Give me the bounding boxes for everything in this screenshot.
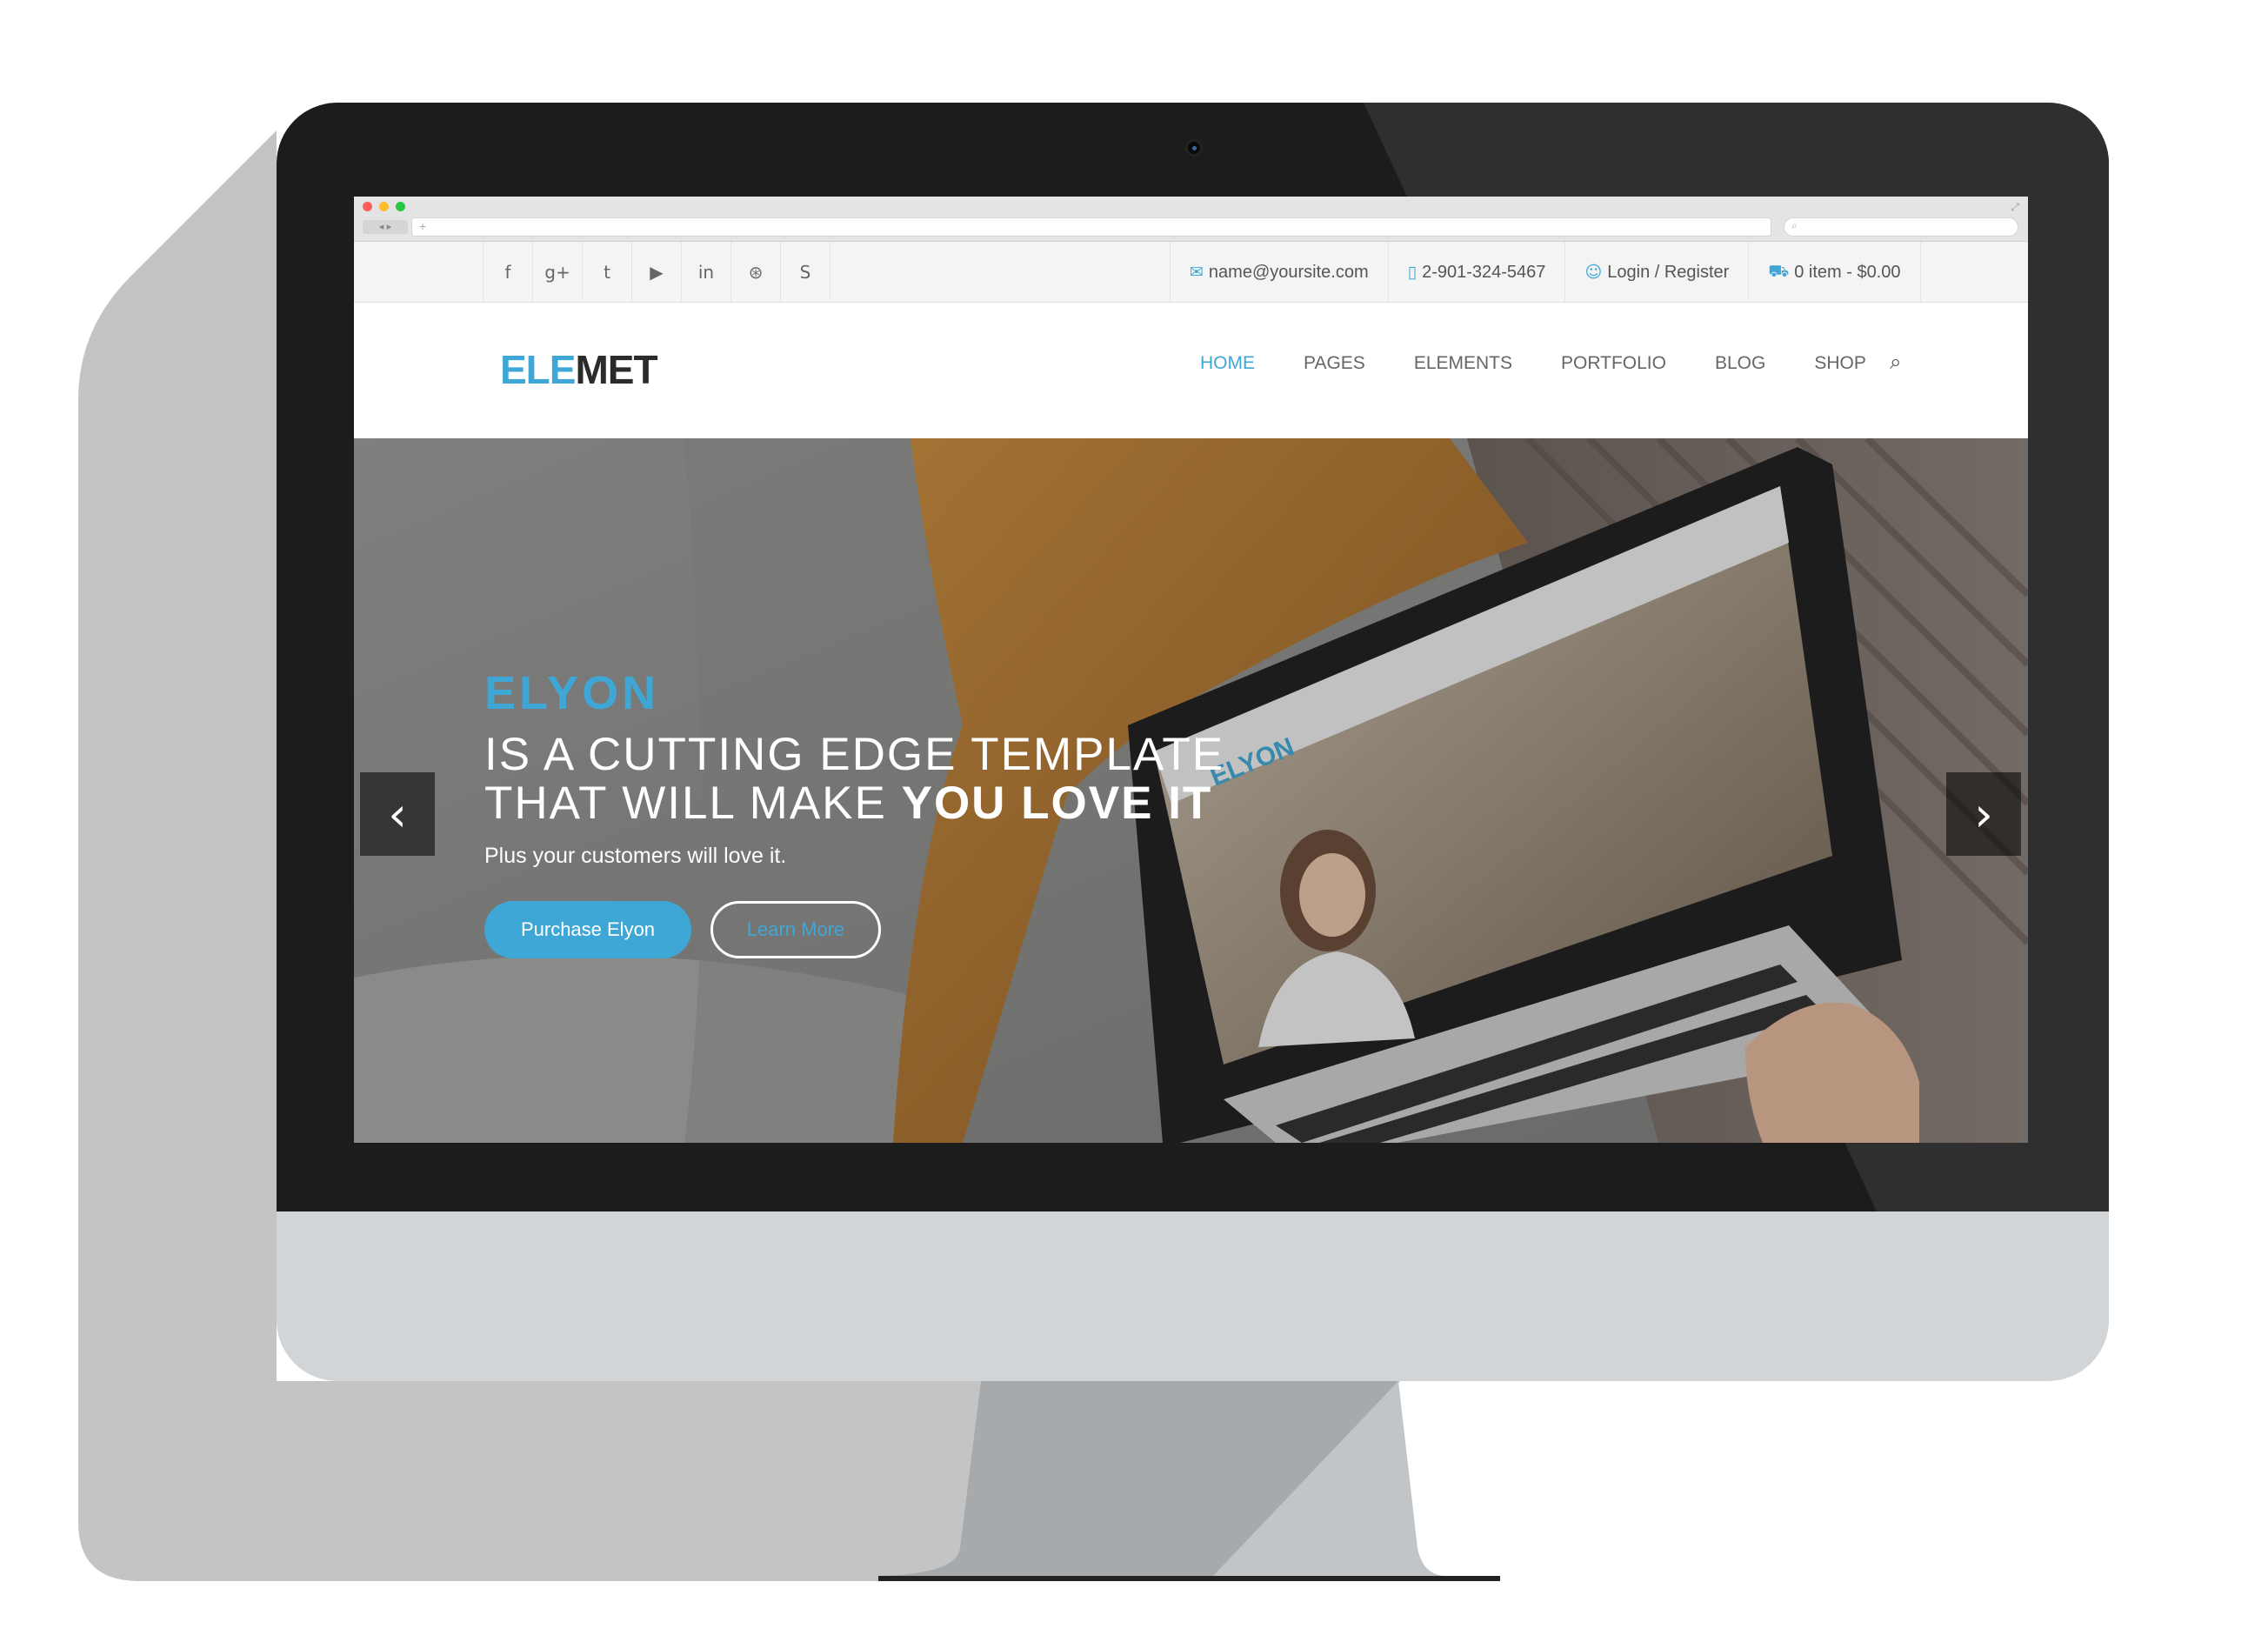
address-bar[interactable]: + [411, 217, 1771, 237]
slider-next-arrow-icon[interactable]: › [1946, 772, 2021, 856]
hero-eyebrow: ELYON [484, 667, 660, 719]
fullscreen-icon[interactable]: ⤢ [2011, 201, 2019, 214]
headline-line-1: IS A CUTTING EDGE TEMPLATE [484, 729, 1225, 780]
back-forward-buttons[interactable]: ◂ ▸ [363, 220, 408, 234]
hero-headline: IS A CUTTING EDGE TEMPLATE THAT WILL MAK… [484, 731, 1224, 828]
site-logo[interactable]: ELEMET [500, 346, 658, 393]
social-icons: f g+ t ▶ in ⊛ S [483, 242, 830, 303]
purchase-button[interactable]: Purchase Elyon [484, 901, 691, 958]
phone-icon: ▯ [1407, 263, 1418, 282]
login-register-link[interactable]: ☺ Login / Register [1564, 242, 1748, 303]
youtube-icon[interactable]: ▶ [632, 242, 682, 303]
email-link[interactable]: ✉ name@yoursite.com [1170, 242, 1388, 303]
dribbble-icon[interactable]: ⊛ [731, 242, 781, 303]
menu-item-elements[interactable]: ELEMENTS [1414, 353, 1512, 374]
site-header: ELEMET HOME PAGES ELEMENTS PORTFOLIO BLO… [354, 303, 2028, 438]
close-dot[interactable] [363, 202, 372, 211]
cart-link[interactable]: ⛟ 0 item - $0.00 [1748, 242, 1921, 303]
email-text: name@yoursite.com [1208, 262, 1369, 282]
logo-part-2: MET [575, 347, 657, 392]
google-plus-icon[interactable]: g+ [533, 242, 583, 303]
contact-info: ✉ name@yoursite.com ▯ 2-901-324-5467 ☺ Logi… [1170, 242, 1921, 303]
twitter-icon[interactable]: t [583, 242, 632, 303]
search-icon[interactable]: ⌕ [1890, 350, 1901, 374]
skype-icon[interactable]: S [781, 242, 830, 303]
facebook-icon[interactable]: f [484, 242, 533, 303]
headline-line-2: THAT WILL MAKE YOU LOVE IT [484, 779, 1224, 828]
camera-icon [1185, 139, 1203, 157]
menu-item-pages[interactable]: PAGES [1304, 353, 1365, 374]
hero-slider: ELYON ELYON IS A CUTTING EDGE TEMPLATE T… [354, 438, 2028, 1143]
headline-line-2-bold: YOU LOVE IT [901, 778, 1213, 829]
headline-line-2-normal: THAT WILL MAKE [484, 778, 902, 829]
menu-item-home[interactable]: HOME [1200, 353, 1255, 374]
browser-search-bar[interactable]: ⌕ [1784, 217, 2018, 237]
hero-subtitle: Plus your customers will love it. [484, 844, 787, 868]
screen: ◂ ▸ + ⌕ ⤢ f g+ t ▶ in ⊛ S ✉ name@yoursite… [354, 197, 2028, 1143]
plus-icon: + [419, 219, 427, 233]
traffic-lights [363, 202, 405, 211]
phone-link[interactable]: ▯ 2-901-324-5467 [1387, 242, 1565, 303]
user-icon: ☺ [1584, 263, 1603, 282]
menu-item-shop[interactable]: SHOP [1814, 353, 1866, 374]
topbar: f g+ t ▶ in ⊛ S ✉ name@yoursite.com ▯ 2-90… [354, 242, 2028, 303]
cart-text: 0 item - $0.00 [1794, 262, 1901, 282]
learn-more-button[interactable]: Learn More [710, 901, 881, 958]
menu-item-blog[interactable]: BLOG [1715, 353, 1765, 374]
search-icon: ⌕ [1791, 219, 1798, 231]
mockup-stage: ◂ ▸ + ⌕ ⤢ f g+ t ▶ in ⊛ S ✉ name@yoursite… [0, 0, 2268, 1642]
logo-part-1: ELE [500, 347, 576, 392]
slider-prev-arrow-icon[interactable]: ‹ [360, 772, 435, 856]
menu-item-portfolio[interactable]: PORTFOLIO [1561, 353, 1666, 374]
login-text: Login / Register [1607, 262, 1730, 282]
main-menu: HOME PAGES ELEMENTS PORTFOLIO BLOG SHOP [1200, 353, 1915, 374]
linkedin-icon[interactable]: in [682, 242, 731, 303]
basket-icon: ⛟ [1768, 261, 1790, 281]
phone-text: 2-901-324-5467 [1422, 262, 1546, 282]
maximize-dot[interactable] [396, 202, 405, 211]
browser-chrome: ◂ ▸ + ⌕ ⤢ [354, 197, 2028, 242]
envelope-icon: ✉ [1190, 263, 1204, 282]
minimize-dot[interactable] [379, 202, 389, 211]
monitor-chin [277, 1211, 2109, 1381]
